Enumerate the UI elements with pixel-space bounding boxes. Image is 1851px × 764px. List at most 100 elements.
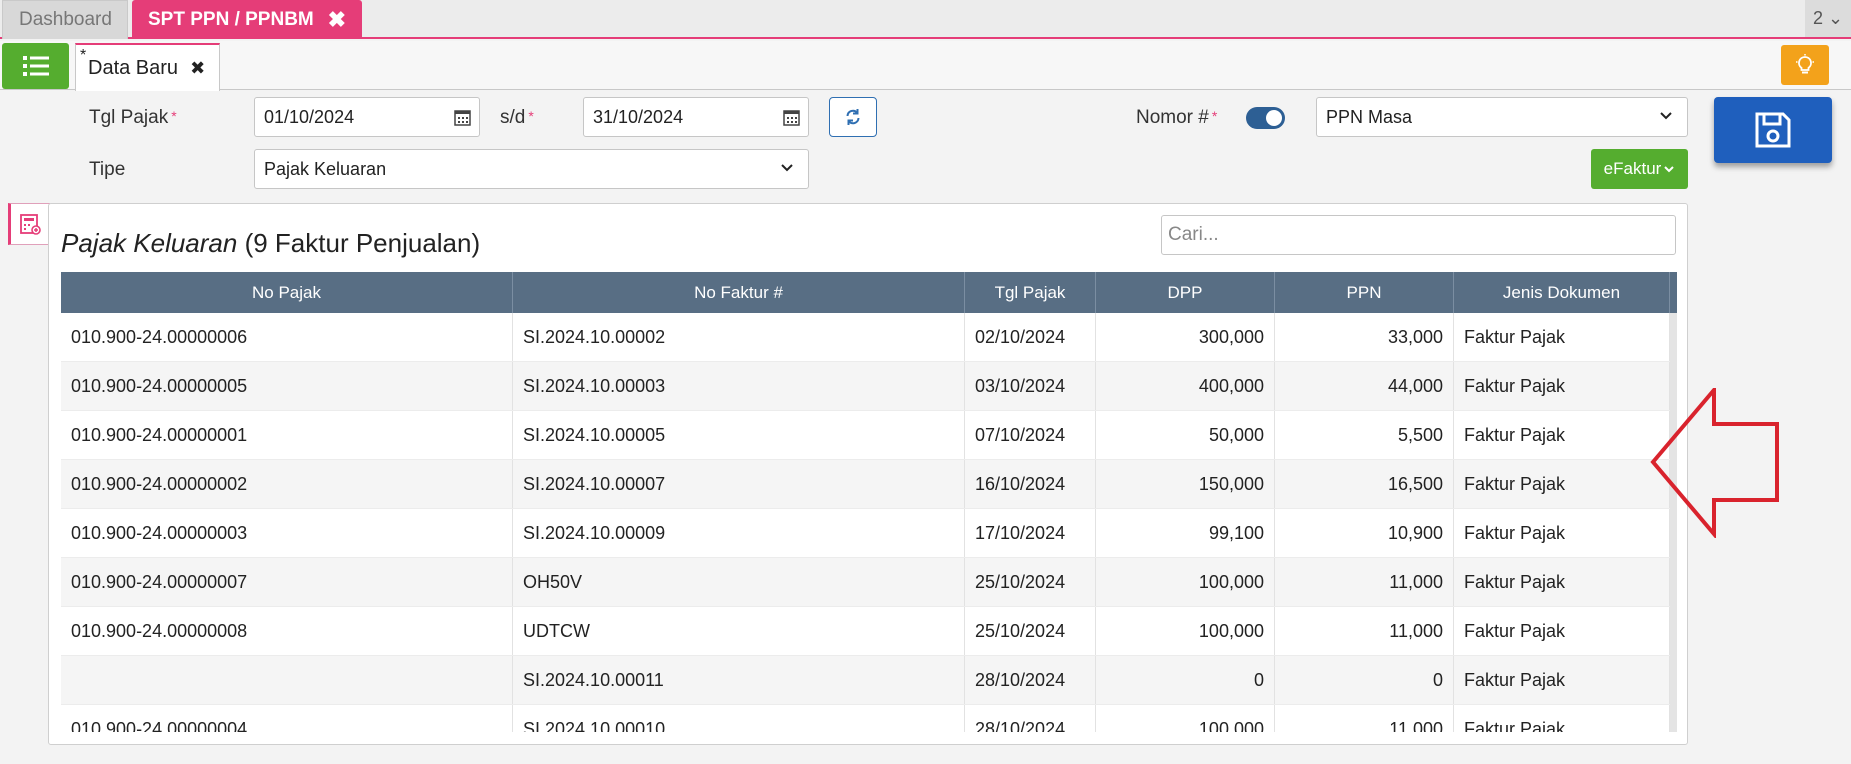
- table-row[interactable]: 010.900-24.00000001 SI.2024.10.00005 07/10…: [61, 411, 1677, 460]
- date-to-value: 31/10/2024: [593, 106, 684, 127]
- column-header-no-faktur[interactable]: No Faktur #: [513, 272, 965, 313]
- cell-no-pajak: 010.900-24.00000001: [61, 411, 513, 459]
- column-header-no-pajak[interactable]: No Pajak: [61, 272, 513, 313]
- cell-ppn: 33,000: [1275, 313, 1454, 361]
- cell-dpp: 100,000: [1096, 705, 1275, 732]
- table-row[interactable]: SI.2024.10.00011 28/10/2024 0 0 Faktur Pajak: [61, 656, 1677, 705]
- pajak-keluaran-panel: Pajak Keluaran (9 Faktur Penjualan) Cari…: [48, 203, 1688, 745]
- tipe-label: Tipe: [89, 159, 126, 180]
- sd-label: s/d *: [500, 107, 534, 128]
- cell-tgl-pajak: 25/10/2024: [965, 558, 1096, 606]
- close-icon[interactable]: ✖: [190, 58, 205, 79]
- efaktur-dropdown-button[interactable]: eFaktur: [1591, 149, 1688, 189]
- cell-jenis-dokumen: Faktur Pajak: [1454, 411, 1670, 459]
- cell-ppn: 44,000: [1275, 362, 1454, 410]
- column-header-dpp[interactable]: DPP: [1096, 272, 1275, 313]
- nomor-toggle[interactable]: [1246, 107, 1285, 129]
- chevron-down-icon: [1660, 112, 1672, 120]
- table-row[interactable]: 010.900-24.00000002 SI.2024.10.00007 16/10…: [61, 460, 1677, 509]
- cell-dpp: 0: [1096, 656, 1275, 704]
- tab-data-baru-label: Data Baru: [88, 56, 179, 79]
- cell-no-pajak: 010.900-24.00000006: [61, 313, 513, 361]
- cell-no-faktur: SI.2024.10.00005: [513, 411, 965, 459]
- cell-no-pajak: [61, 656, 513, 704]
- cell-no-faktur: SI.2024.10.00009: [513, 509, 965, 557]
- faktur-table: No Pajak No Faktur # Tgl Pajak DPP PPN J…: [61, 272, 1677, 732]
- refresh-button[interactable]: [829, 97, 877, 137]
- cell-tgl-pajak: 02/10/2024: [965, 313, 1096, 361]
- side-panel-tab[interactable]: [8, 203, 50, 245]
- cell-tgl-pajak: 28/10/2024: [965, 705, 1096, 732]
- cell-dpp: 300,000: [1096, 313, 1275, 361]
- cell-no-faktur: SI.2024.10.00007: [513, 460, 965, 508]
- cell-no-pajak: 010.900-24.00000002: [61, 460, 513, 508]
- date-from-input[interactable]: 01/10/2024: [254, 97, 480, 137]
- column-header-ppn[interactable]: PPN: [1275, 272, 1454, 313]
- column-header-jenis-dokumen[interactable]: Jenis Dokumen: [1454, 272, 1670, 313]
- search-input[interactable]: Cari...: [1161, 215, 1676, 255]
- tgl-pajak-label: Tgl Pajak *: [89, 107, 177, 128]
- cell-no-faktur: SI.2024.10.00003: [513, 362, 965, 410]
- page-indicator[interactable]: 2 ⌄: [1805, 0, 1851, 37]
- efaktur-label: eFaktur: [1603, 159, 1662, 178]
- cell-dpp: 400,000: [1096, 362, 1275, 410]
- tab-dashboard[interactable]: Dashboard: [2, 0, 128, 39]
- calendar-icon: [454, 110, 471, 126]
- cell-jenis-dokumen: Faktur Pajak: [1454, 313, 1670, 361]
- table-row[interactable]: 010.900-24.00000003 SI.2024.10.00009 17/10…: [61, 509, 1677, 558]
- table-row[interactable]: 010.900-24.00000004 SI.2024.10.00010 28/10…: [61, 705, 1677, 732]
- document-tab-bar: * Data Baru ✖: [0, 41, 1851, 91]
- close-icon[interactable]: ✖: [328, 7, 346, 33]
- nomor-select-value: PPN Masa: [1326, 106, 1413, 127]
- calendar-icon: [783, 110, 800, 126]
- cell-no-pajak: 010.900-24.00000005: [61, 362, 513, 410]
- table-row[interactable]: 010.900-24.00000006 SI.2024.10.00002 02/10…: [61, 313, 1677, 362]
- date-to-input[interactable]: 31/10/2024: [583, 97, 809, 137]
- cell-ppn: 11,000: [1275, 705, 1454, 732]
- top-tab-bar: Dashboard SPT PPN / PPNBM ✖ 2 ⌄: [0, 0, 1851, 39]
- table-row[interactable]: 010.900-24.00000008 UDTCW 25/10/2024 100,00…: [61, 607, 1677, 656]
- cell-jenis-dokumen: Faktur Pajak: [1454, 705, 1670, 732]
- cell-tgl-pajak: 07/10/2024: [965, 411, 1096, 459]
- tipe-select[interactable]: Pajak Keluaran: [254, 149, 809, 189]
- cell-dpp: 150,000: [1096, 460, 1275, 508]
- lightbulb-icon: [1796, 54, 1814, 74]
- cell-tgl-pajak: 28/10/2024: [965, 656, 1096, 704]
- tips-button[interactable]: [1781, 45, 1829, 85]
- list-view-button[interactable]: [2, 43, 69, 89]
- tipe-select-value: Pajak Keluaran: [264, 158, 387, 179]
- panel-title: Pajak Keluaran (9 Faktur Penjualan): [61, 228, 481, 258]
- cell-ppn: 11,000: [1275, 558, 1454, 606]
- tab-spt-ppn-label: SPT PPN / PPNBM: [148, 8, 314, 30]
- chevron-down-icon: [781, 164, 793, 172]
- save-button[interactable]: [1714, 97, 1832, 163]
- cell-jenis-dokumen: Faktur Pajak: [1454, 509, 1670, 557]
- cell-tgl-pajak: 17/10/2024: [965, 509, 1096, 557]
- cell-jenis-dokumen: Faktur Pajak: [1454, 558, 1670, 606]
- cell-jenis-dokumen: Faktur Pajak: [1454, 607, 1670, 655]
- cell-dpp: 100,000: [1096, 558, 1275, 606]
- tab-data-baru[interactable]: * Data Baru ✖: [75, 43, 220, 91]
- date-from-value: 01/10/2024: [264, 106, 355, 127]
- refresh-icon: [846, 109, 860, 125]
- cell-no-pajak: 010.900-24.00000007: [61, 558, 513, 606]
- cell-no-faktur: SI.2024.10.00010: [513, 705, 965, 732]
- cell-no-faktur: UDTCW: [513, 607, 965, 655]
- cell-ppn: 10,900: [1275, 509, 1454, 557]
- cell-no-faktur: OH50V: [513, 558, 965, 606]
- column-header-tgl-pajak[interactable]: Tgl Pajak: [965, 272, 1096, 313]
- cell-tgl-pajak: 25/10/2024: [965, 607, 1096, 655]
- table-row[interactable]: 010.900-24.00000005 SI.2024.10.00003 03/10…: [61, 362, 1677, 411]
- cell-ppn: 0: [1275, 656, 1454, 704]
- chevron-down-icon: [1664, 165, 1675, 172]
- calculator-icon: [20, 214, 41, 235]
- cell-dpp: 50,000: [1096, 411, 1275, 459]
- nomor-label: Nomor # *: [1136, 107, 1218, 128]
- unsaved-marker: *: [80, 47, 87, 64]
- tab-spt-ppn[interactable]: SPT PPN / PPNBM ✖: [132, 0, 362, 39]
- cell-jenis-dokumen: Faktur Pajak: [1454, 656, 1670, 704]
- save-icon: [1755, 112, 1791, 148]
- cell-tgl-pajak: 16/10/2024: [965, 460, 1096, 508]
- table-row[interactable]: 010.900-24.00000007 OH50V 25/10/2024 100,00…: [61, 558, 1677, 607]
- nomor-select[interactable]: PPN Masa: [1316, 97, 1688, 137]
